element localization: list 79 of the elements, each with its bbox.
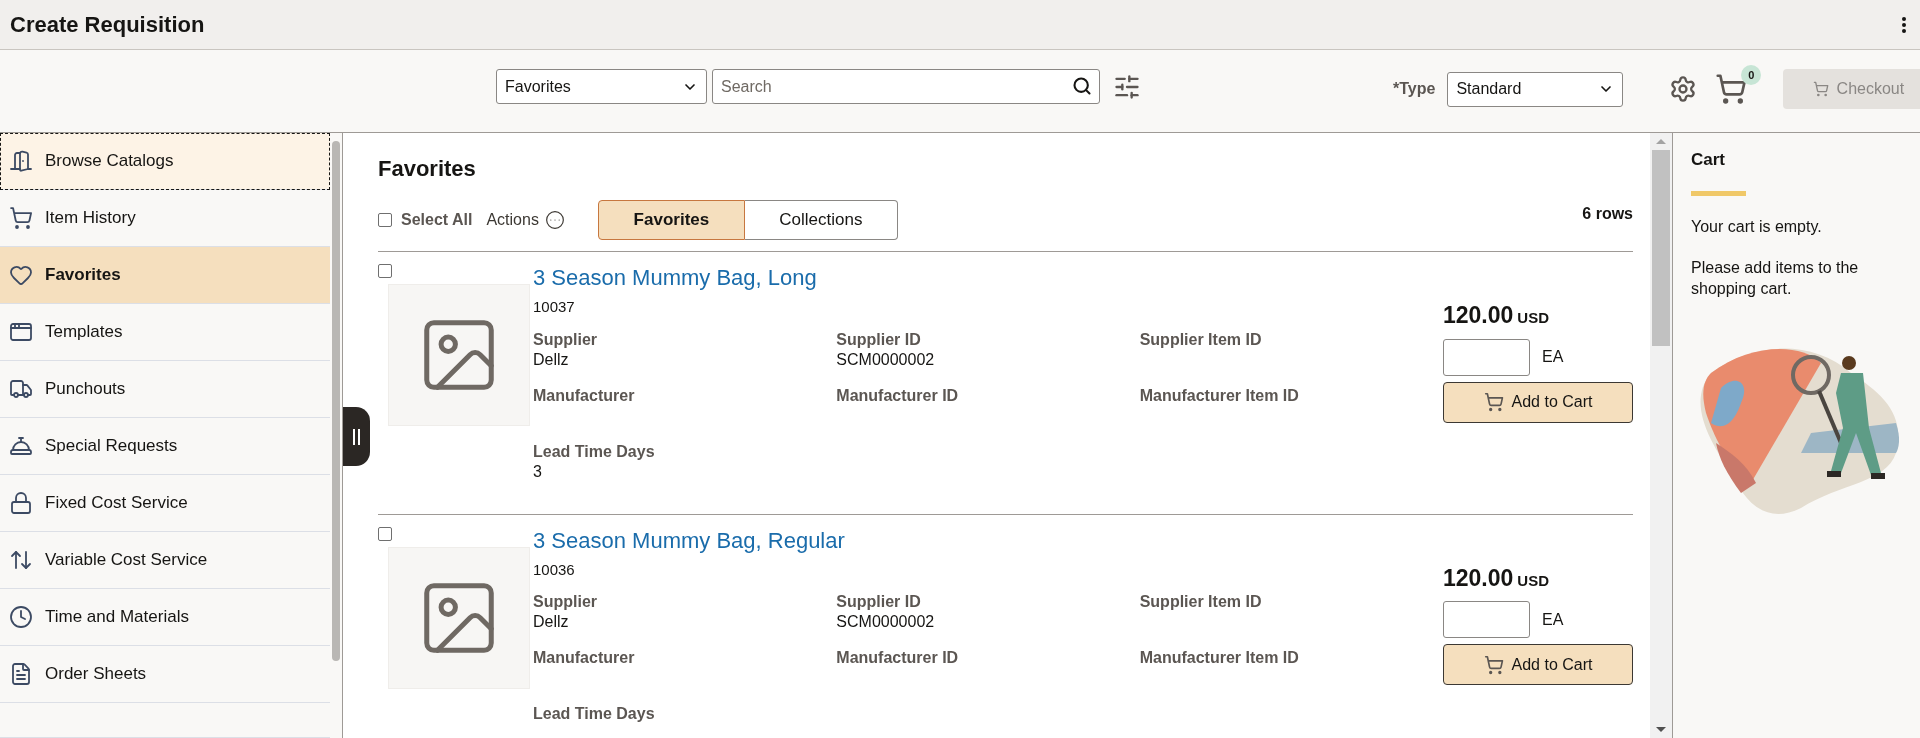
item-id: 10036: [533, 559, 575, 580]
field-label: Lead Time Days: [533, 441, 655, 462]
sidebar-item[interactable]: Special Requests: [0, 418, 330, 475]
scrollbar[interactable]: [1650, 133, 1672, 738]
field-value: Dellz: [533, 349, 569, 370]
heart-icon: [9, 263, 33, 287]
lock-icon: [9, 491, 33, 515]
segment-tab[interactable]: Collections: [744, 200, 898, 240]
door-icon: [9, 149, 33, 173]
field-value: SCM0000002: [836, 612, 935, 632]
cart-icon[interactable]: [1715, 73, 1748, 105]
sidebar-item[interactable]: Punchouts: [0, 361, 330, 418]
sidebar-item[interactable]: Templates: [0, 304, 330, 361]
field-label: Lead Time Days: [533, 704, 655, 724]
sidebar-item[interactable]: Fixed Cost Service: [0, 475, 330, 532]
item-name-link[interactable]: 3 Season Mummy Bag, Regular: [533, 526, 845, 555]
field-label: Supplier Item ID: [1139, 329, 1262, 350]
add-to-cart-button[interactable]: Add to Cart: [1443, 644, 1633, 685]
kebab-icon: [1902, 16, 1906, 33]
row-checkbox[interactable]: [378, 264, 392, 278]
field-label: Supplier ID: [836, 592, 921, 612]
settings-icon[interactable]: [1669, 75, 1698, 103]
field-label: Supplier: [533, 592, 597, 612]
arrows-icon: [9, 548, 33, 572]
row-checkbox[interactable]: [378, 526, 392, 541]
item-id: 10037: [533, 297, 575, 317]
section-title: Favorites: [378, 155, 477, 183]
truck-icon: [9, 377, 33, 401]
field-value: SCM0000002: [836, 349, 935, 370]
add-to-cart-button[interactable]: Add to Cart: [1443, 381, 1633, 423]
actions-button[interactable]: Actions: [486, 208, 565, 232]
search-field[interactable]: Search: [712, 69, 1100, 104]
cart-count-badge: 0: [1741, 65, 1762, 85]
field-label: Manufacturer: [533, 648, 635, 668]
row-count: 6 rows: [1582, 204, 1633, 224]
currency-code: USD: [1517, 308, 1550, 328]
field-label: Manufacturer ID: [836, 648, 959, 668]
sidebar-item[interactable]: Browse Catalogs: [0, 133, 330, 190]
sidebar-item[interactable]: Variable Cost Service: [0, 532, 330, 589]
field-label: Manufacturer Item ID: [1139, 385, 1299, 406]
cart-icon: [9, 206, 33, 230]
sidebar-item[interactable]: Favorites: [0, 247, 330, 304]
document-icon: [9, 662, 33, 686]
type-label: *Type: [1393, 79, 1436, 99]
cart-message: Please add items to the shopping cart.: [1691, 257, 1860, 299]
currency-code: USD: [1517, 570, 1550, 591]
segment-tab[interactable]: Favorites: [597, 200, 745, 240]
sidebar-item[interactable]: Order Sheets: [0, 646, 330, 703]
quantity-field[interactable]: [1443, 601, 1530, 638]
cart-message: Your cart is empty.: [1691, 216, 1823, 237]
page-title: Create Requisition: [10, 11, 205, 39]
select-all-label[interactable]: Select All: [401, 208, 473, 232]
collapse-handle[interactable]: [343, 407, 370, 466]
window-icon: [9, 320, 33, 344]
cart-icon: [1812, 81, 1829, 97]
unit-of-measure: EA: [1542, 347, 1564, 367]
item-price: 120.00: [1443, 563, 1514, 593]
field-value: 3: [533, 461, 542, 482]
field-label: Manufacturer: [533, 385, 635, 406]
field-label: Manufacturer ID: [836, 385, 959, 406]
ellipsis-icon: [544, 210, 565, 230]
field-label: Supplier ID: [836, 329, 921, 350]
field-label: Supplier Item ID: [1139, 592, 1262, 612]
bell-icon: [9, 434, 33, 458]
type-select[interactable]: Standard: [1447, 71, 1624, 107]
clock-icon: [9, 605, 33, 629]
field-label: Manufacturer Item ID: [1139, 648, 1299, 668]
source-select[interactable]: Favorites: [496, 69, 707, 104]
filter-icon[interactable]: [1113, 72, 1141, 101]
quantity-field[interactable]: [1443, 338, 1530, 376]
unit-of-measure: EA: [1542, 609, 1564, 630]
search-icon[interactable]: [1072, 76, 1092, 96]
field-label: Supplier: [533, 329, 597, 350]
select-all-checkbox[interactable]: [378, 213, 392, 227]
sidebar-item[interactable]: Time and Materials: [0, 589, 330, 646]
field-value: Dellz: [533, 612, 569, 632]
item-name-link[interactable]: 3 Season Mummy Bag, Long: [533, 264, 817, 292]
cart-title: Cart: [1691, 149, 1726, 171]
item-price: 120.00: [1443, 301, 1514, 330]
